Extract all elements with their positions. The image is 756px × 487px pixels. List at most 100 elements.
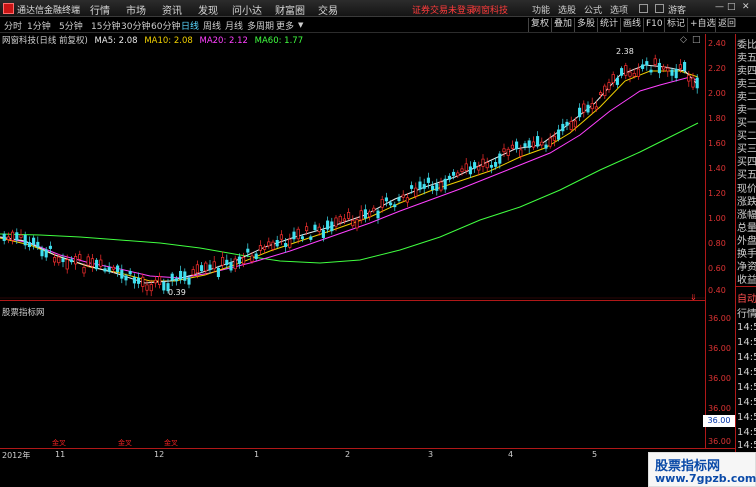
period-60min[interactable]: 60分钟 [151, 19, 180, 32]
window-mode-icon[interactable] [639, 4, 648, 13]
candle-body [582, 103, 586, 113]
menu-guest[interactable]: 游客 [668, 3, 686, 16]
auto-tab[interactable]: 自动 [737, 290, 756, 305]
period-30min[interactable]: 30分钟 [121, 19, 150, 32]
date-label: 11 [55, 450, 66, 459]
menu-wealth[interactable]: 财富圈 [275, 2, 305, 17]
period-1min[interactable]: 1分钟 [27, 19, 51, 32]
kline-chart[interactable]: 2.38 0.39 ⇓ [0, 45, 705, 300]
low-annotation: 0.39 [168, 288, 186, 297]
period-weekly[interactable]: 周线 [203, 19, 221, 32]
menu-ask[interactable]: 问小达 [232, 2, 262, 17]
indicator-pane[interactable] [0, 300, 705, 448]
candle-body [36, 241, 40, 248]
candle-body [531, 141, 535, 148]
candle-body [237, 256, 241, 264]
candle-body [410, 185, 414, 189]
period-5min[interactable]: 5分钟 [59, 19, 83, 32]
tick-time: 14:5 [737, 397, 756, 408]
candle-body [561, 123, 565, 132]
menu-news[interactable]: 资讯 [162, 2, 182, 17]
minimize-icon[interactable]: — [715, 2, 724, 12]
maximize-icon[interactable]: □ [727, 2, 736, 12]
candle-body [6, 236, 10, 240]
period-monthly[interactable]: 月线 [225, 19, 243, 32]
candle-body [313, 224, 317, 231]
watermark-url: www.7gpzb.com [655, 472, 756, 485]
candle-body [397, 197, 401, 202]
tick-label: 1.80 [708, 114, 726, 123]
candle-body [477, 166, 481, 171]
date-axis: 2012年 11 12 1 2 3 4 5 金叉 金叉 金叉 [0, 439, 735, 487]
back-button[interactable]: 返回 [715, 18, 738, 32]
ma60-line [0, 122, 699, 264]
candle-body [368, 211, 372, 218]
candle-body [208, 264, 212, 271]
date-label: 12 [154, 450, 165, 459]
layout-icon[interactable] [655, 4, 664, 13]
candle-body [355, 219, 359, 229]
overlay-button[interactable]: 叠加 [551, 18, 574, 32]
candle-body [69, 259, 73, 263]
candle-body [254, 253, 258, 260]
candle-body [137, 277, 141, 284]
menu-stock-select[interactable]: 选股 [558, 3, 576, 16]
candle-body [23, 234, 27, 246]
menu-functions[interactable]: 功能 [532, 3, 550, 16]
f10-button[interactable]: F10 [643, 18, 665, 32]
scroll-marker-icon[interactable]: ⇓ [690, 293, 697, 300]
menu-bar: 通达信金融终端 行情 市场 资讯 发现 问小达 财富圈 交易 证券交易未登录 网… [0, 0, 756, 17]
candle-body [263, 246, 267, 250]
candle-body [317, 226, 321, 232]
mark-button[interactable]: 标记 [664, 18, 687, 32]
candle-body [309, 236, 313, 240]
chart-expand-icon[interactable]: □ [692, 35, 701, 45]
candle-body [82, 266, 86, 274]
multi-stock-button[interactable]: 多股 [574, 18, 597, 32]
candle-body [498, 153, 502, 164]
period-15min[interactable]: 15分钟 [91, 19, 120, 32]
menu-discover[interactable]: 发现 [198, 2, 218, 17]
candle-body [338, 215, 342, 223]
period-intraday[interactable]: 分时 [4, 19, 22, 32]
candle-body [372, 207, 376, 212]
candle-body [174, 278, 178, 282]
menu-formula[interactable]: 公式 [584, 3, 602, 16]
tick-label: 1.60 [708, 139, 726, 148]
period-daily[interactable]: 日线 [181, 19, 199, 32]
adjust-button[interactable]: 复权 [528, 18, 551, 32]
candle-body [662, 66, 666, 70]
draw-line-button[interactable]: 画线 [620, 18, 643, 32]
quote-side-panel: 委比 卖五 卖四 卖三 卖二 卖一 买一 买二 买三 买四 买五 现价 涨跌 涨… [735, 34, 756, 454]
menu-trade[interactable]: 交易 [318, 2, 338, 17]
candle-body [624, 65, 628, 76]
login-notice[interactable]: 证券交易未登录 [412, 3, 475, 16]
tick-time: 14:5 [737, 440, 756, 451]
close-icon[interactable]: ✕ [742, 2, 750, 12]
statistics-button[interactable]: 统计 [597, 18, 620, 32]
candle-body [645, 61, 649, 66]
candle-body [552, 135, 556, 141]
candle-body [653, 58, 657, 65]
candle-body [40, 249, 44, 257]
add-watchlist-button[interactable]: +自选 [687, 18, 718, 32]
menu-market[interactable]: 市场 [126, 2, 146, 17]
candle-body [678, 64, 682, 69]
quote-tab[interactable]: 行情 [737, 305, 756, 320]
period-more[interactable]: 更多 [276, 19, 294, 32]
candle-body [695, 77, 699, 89]
candle-body [275, 239, 279, 247]
tick-label: 1.00 [708, 214, 726, 223]
candle-body [443, 178, 447, 190]
chart-settings-icon[interactable]: ◇ [680, 35, 687, 45]
candle-body [162, 281, 166, 291]
menu-options[interactable]: 选项 [610, 3, 628, 16]
more-dropdown-icon[interactable]: ▼ [298, 21, 303, 29]
candle-body [431, 185, 435, 191]
period-multi[interactable]: 多周期 [247, 19, 274, 32]
tick-label: 2.40 [708, 39, 726, 48]
menu-quotes[interactable]: 行情 [90, 2, 110, 17]
candle-body [615, 77, 619, 85]
candle-body [65, 259, 69, 270]
candle-body [158, 276, 162, 285]
